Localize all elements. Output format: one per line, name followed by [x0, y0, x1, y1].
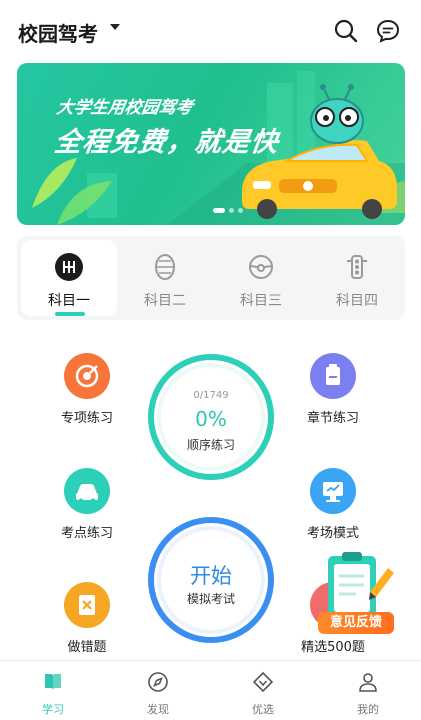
tab-label: 科目四 — [336, 293, 378, 309]
wrong-questions-button[interactable]: 做错题 — [32, 582, 142, 655]
steering-wheel-icon — [249, 255, 273, 279]
sequential-count: 0/1749 — [193, 390, 229, 401]
mock-exam-start[interactable]: 开始 — [147, 560, 275, 590]
message-icon[interactable] — [375, 18, 401, 44]
diamond-icon — [252, 671, 274, 693]
nav-label: 优选 — [252, 703, 274, 716]
special-practice-label: 专项练习 — [60, 411, 113, 426]
tab-subject-4[interactable]: 科目四 — [309, 240, 405, 316]
caret-down-icon[interactable] — [110, 24, 120, 30]
monitor-icon — [310, 468, 356, 514]
exam-mode-label: 考场模式 — [306, 526, 359, 541]
special-practice-button[interactable]: 专项练习 — [32, 353, 142, 426]
chapter-practice-button[interactable]: 章节练习 — [278, 353, 388, 426]
nav-item-selected[interactable]: 优选 — [233, 661, 293, 720]
tab-subject-2[interactable]: 科目二 — [117, 240, 213, 316]
traffic-light-icon — [347, 255, 367, 279]
banner-dot[interactable] — [238, 208, 243, 213]
nav-item-study[interactable]: 学习 — [23, 661, 83, 720]
banner-dot-active[interactable] — [213, 208, 225, 213]
chapter-practice-label: 章节练习 — [306, 411, 359, 426]
tab-label: 科目一 — [48, 293, 90, 309]
banner-dot[interactable] — [229, 208, 234, 213]
bookmark-icon — [310, 353, 356, 399]
bottom-navigation: 学习 发现 优选 我的 — [0, 660, 421, 720]
car-icon — [64, 468, 110, 514]
nav-label: 学习 — [42, 703, 64, 716]
nav-label: 发现 — [147, 703, 169, 716]
keypoint-practice-label: 考点练习 — [60, 526, 113, 541]
tab-label: 科目三 — [240, 293, 282, 309]
tab-label: 科目二 — [144, 293, 186, 309]
tab-subject-1[interactable]: 科目一 — [21, 240, 117, 316]
banner-slogan-big: 全程免费，就是快 — [52, 127, 281, 158]
user-icon — [359, 673, 377, 692]
nav-item-discover[interactable]: 发现 — [128, 661, 188, 720]
nav-item-mine[interactable]: 我的 — [338, 661, 398, 720]
target-icon — [64, 353, 110, 399]
promo-banner[interactable]: 大学生用校园驾考 全程免费，就是快 — [17, 63, 405, 225]
exam-mode-button[interactable]: 考场模式 — [278, 468, 388, 541]
tire-icon — [155, 254, 175, 280]
banner-slogan-small: 大学生用校园驾考 — [55, 98, 195, 118]
active-tab-indicator — [55, 312, 85, 316]
nav-label: 我的 — [357, 703, 379, 716]
sequential-practice-label[interactable]: 顺序练习 — [147, 436, 275, 453]
gearshift-icon — [55, 253, 83, 281]
tab-subject-3[interactable]: 科目三 — [213, 240, 309, 316]
app-title[interactable]: 校园驾考 — [18, 18, 98, 47]
top-bar: 校园驾考 — [0, 0, 421, 60]
feedback-button[interactable]: 意见反馈 — [318, 612, 394, 634]
wrong-book-icon — [64, 582, 110, 628]
wrong-questions-label: 做错题 — [67, 640, 107, 655]
subject-tabs: 科目一 科目二 科目三 科目四 — [17, 236, 405, 320]
mock-exam-label[interactable]: 模拟考试 — [147, 590, 275, 607]
compass-icon — [148, 672, 168, 692]
book-icon — [45, 674, 61, 690]
search-icon[interactable] — [333, 18, 359, 44]
sequential-percent: 0% — [195, 407, 227, 431]
app-screen: 校园驾考 大学生用校园驾考 全程免费，就是快 科目一 科目二 科目三 科目四 专… — [0, 0, 421, 720]
keypoint-practice-button[interactable]: 考点练习 — [32, 468, 142, 541]
